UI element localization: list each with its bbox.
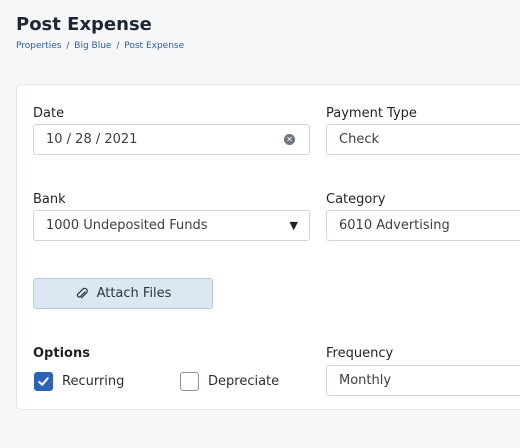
breadcrumb-big-blue[interactable]: Big Blue <box>74 41 111 51</box>
category-value: 6010 Advertising <box>339 218 450 233</box>
depreciate-label: Depreciate <box>208 374 280 389</box>
payment-type-label: Payment Type <box>326 106 417 121</box>
depreciate-option[interactable]: Depreciate <box>180 372 279 391</box>
breadcrumb-current: Post Expense <box>124 41 185 51</box>
breadcrumb-properties[interactable]: Properties <box>16 41 61 51</box>
frequency-select[interactable]: Monthly <box>326 365 520 396</box>
depreciate-checkbox[interactable] <box>180 372 199 391</box>
bank-label: Bank <box>33 192 66 207</box>
attach-files-label: Attach Files <box>96 286 172 301</box>
bank-select[interactable]: 1000 Undeposited Funds ▼ <box>33 210 310 241</box>
payment-type-value: Check <box>339 132 379 147</box>
category-select[interactable]: 6010 Advertising <box>326 210 520 241</box>
frequency-value: Monthly <box>339 373 392 388</box>
options-label: Options <box>33 346 90 361</box>
frequency-label: Frequency <box>326 346 394 361</box>
attach-files-button[interactable]: Attach Files <box>33 278 213 309</box>
date-input[interactable]: 10 / 28 / 2021 ✕ <box>33 124 310 155</box>
recurring-checkbox[interactable] <box>34 372 53 391</box>
checkmark-icon <box>38 377 49 386</box>
page-title: Post Expense <box>16 14 152 35</box>
category-label: Category <box>326 192 386 207</box>
date-label: Date <box>33 106 65 121</box>
breadcrumb-separator: / <box>66 41 70 51</box>
bank-value: 1000 Undeposited Funds <box>46 218 208 233</box>
clear-circle-icon[interactable]: ✕ <box>284 134 295 145</box>
recurring-label: Recurring <box>62 374 125 389</box>
breadcrumb: Properties / Big Blue / Post Expense <box>16 41 184 51</box>
caret-down-icon[interactable]: ▼ <box>290 219 298 232</box>
breadcrumb-separator: / <box>116 41 120 51</box>
payment-type-select[interactable]: Check <box>326 124 520 155</box>
paperclip-icon <box>75 287 89 301</box>
date-value: 10 / 28 / 2021 <box>46 132 138 147</box>
recurring-option[interactable]: Recurring <box>34 372 124 391</box>
